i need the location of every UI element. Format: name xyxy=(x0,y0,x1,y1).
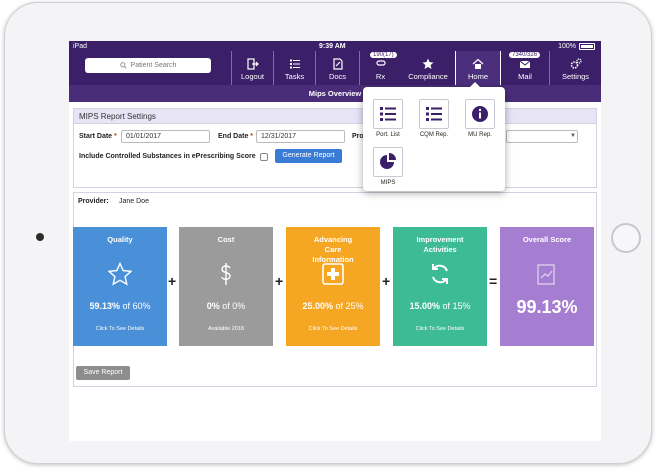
card-note: Click To See Details xyxy=(308,326,358,332)
home-hardware-button[interactable] xyxy=(611,223,641,253)
report-settings-panel: MIPS Report Settings Start Date * 01/01/… xyxy=(73,108,597,188)
list-icon xyxy=(380,107,396,121)
quality-card[interactable]: Quality 59.13% of 60% Click To See Detai… xyxy=(73,227,167,346)
settings-panel-title: MIPS Report Settings xyxy=(74,109,596,124)
screen: iPad 9:39 AM 100% Patient Search Logout … xyxy=(69,41,601,441)
operator-plus: + xyxy=(168,273,177,289)
nav-docs[interactable]: Docs xyxy=(315,51,359,85)
card-value: 59.13% of 60% xyxy=(89,301,151,311)
status-time: 9:39 AM xyxy=(319,43,346,50)
popover-item-label: MU Rep. xyxy=(468,132,492,138)
nav-docs-label: Docs xyxy=(328,72,347,81)
camera xyxy=(36,233,44,241)
nav-logout-label: Logout xyxy=(241,72,264,81)
nav-home[interactable]: Home xyxy=(455,51,501,85)
popover-item-cqm-rep[interactable]: CQM Rep. xyxy=(414,99,454,138)
improvement-activities-card[interactable]: Improvement Activities 15.00% of 15% Cli… xyxy=(393,227,487,346)
list-icon xyxy=(426,107,442,121)
nav-mail[interactable]: 7340/326 Mail xyxy=(501,51,549,85)
nav-tasks-label: Tasks xyxy=(284,72,305,81)
status-battery: 100% xyxy=(558,43,595,50)
rx-badge: 190(17) xyxy=(369,51,398,59)
nav-compliance-label: Compliance xyxy=(408,72,448,81)
chevron-down-icon: ▼ xyxy=(570,133,576,139)
popover-item-mips[interactable]: MIPS xyxy=(368,147,408,186)
card-note: Click To See Details xyxy=(95,326,145,332)
battery-percent: 100% xyxy=(558,43,576,50)
page-title: Mips Overview xyxy=(69,85,601,102)
card-title: Improvement Activities xyxy=(416,235,464,254)
card-title: Advancing Care Information xyxy=(312,235,354,264)
report-chart-icon xyxy=(537,264,555,285)
gear-icon xyxy=(570,58,582,69)
tasks-icon xyxy=(289,59,300,69)
docs-icon xyxy=(332,58,343,70)
nav-rx[interactable]: 190(17) Rx xyxy=(359,51,401,85)
nav-logout[interactable]: Logout xyxy=(231,51,273,85)
popover-item-mu-rep[interactable]: MU Rep. xyxy=(460,99,500,138)
start-date-input[interactable]: 01/01/2017 xyxy=(121,130,210,143)
nav-mail-label: Mail xyxy=(518,72,532,81)
operator-plus: + xyxy=(382,273,391,289)
end-date-label: End Date * xyxy=(218,133,254,140)
provider-select[interactable] xyxy=(506,130,578,143)
search-placeholder: Patient Search xyxy=(130,62,177,69)
compliance-popover: Port. List CQM Rep. MU Rep. MIPS xyxy=(363,82,505,191)
nav-settings-label: Settings xyxy=(561,72,590,81)
device-label: iPad xyxy=(73,43,88,50)
card-title: Cost xyxy=(217,235,235,244)
star-icon xyxy=(108,262,132,286)
provider-label: Provider: xyxy=(78,198,109,205)
patient-search-input[interactable]: Patient Search xyxy=(85,58,211,73)
cost-card[interactable]: Cost 0% of 0% Available 2018 xyxy=(179,227,273,346)
card-note: Available 2018 xyxy=(208,326,244,332)
start-date-label: Start Date * xyxy=(79,133,117,140)
refresh-icon xyxy=(432,264,448,284)
app-header: iPad 9:39 AM 100% Patient Search Logout … xyxy=(69,41,601,85)
home-icon xyxy=(472,58,484,69)
info-icon xyxy=(472,106,488,122)
nav-compliance[interactable]: Compliance xyxy=(401,51,455,85)
mail-icon xyxy=(519,60,531,68)
plus-box-icon xyxy=(322,263,344,285)
nav-rx-label: Rx xyxy=(375,72,386,81)
card-value: 15.00% of 15% xyxy=(409,301,471,311)
popover-item-port-list[interactable]: Port. List xyxy=(368,99,408,138)
overall-score-value: 99.13% xyxy=(516,297,578,317)
nav-settings[interactable]: Settings xyxy=(549,51,601,85)
card-note: Click To See Details xyxy=(415,326,465,332)
controlled-substances-label: Include Controlled Substances in ePrescr… xyxy=(79,153,256,160)
operator-equals: = xyxy=(489,273,498,289)
overall-score-card[interactable]: Overall Score 99.13% xyxy=(500,227,594,346)
battery-icon xyxy=(579,43,595,50)
popover-item-label: CQM Rep. xyxy=(419,132,449,138)
nav-tasks[interactable]: Tasks xyxy=(273,51,315,85)
controlled-substances-checkbox[interactable] xyxy=(260,153,268,161)
logout-icon xyxy=(246,58,259,70)
card-title: Quality xyxy=(107,235,133,244)
provider-value: Jane Doe xyxy=(119,198,149,205)
save-report-button[interactable]: Save Report xyxy=(76,366,130,380)
generate-report-button[interactable]: Generate Report xyxy=(275,149,342,163)
provider-select-label: Pro xyxy=(352,133,364,140)
star-icon xyxy=(422,58,434,69)
card-value: 25.00% of 25% xyxy=(302,301,364,311)
nav-home-label: Home xyxy=(467,72,488,81)
card-title: Overall Score xyxy=(522,235,572,244)
pie-chart-icon xyxy=(380,153,396,169)
operator-plus: + xyxy=(275,273,284,289)
ipad-frame: iPad 9:39 AM 100% Patient Search Logout … xyxy=(4,2,652,464)
dollar-icon xyxy=(221,263,231,285)
end-date-input[interactable]: 12/31/2017 xyxy=(256,130,345,143)
search-icon xyxy=(119,62,127,69)
popover-item-label: MIPS xyxy=(380,180,396,186)
mail-badge: 7340/326 xyxy=(508,51,542,59)
popover-item-label: Port. List xyxy=(376,132,400,138)
rx-icon xyxy=(375,60,386,66)
advancing-care-card[interactable]: Advancing Care Information 25.00% of 25%… xyxy=(286,227,380,346)
card-value: 0% of 0% xyxy=(206,301,246,311)
